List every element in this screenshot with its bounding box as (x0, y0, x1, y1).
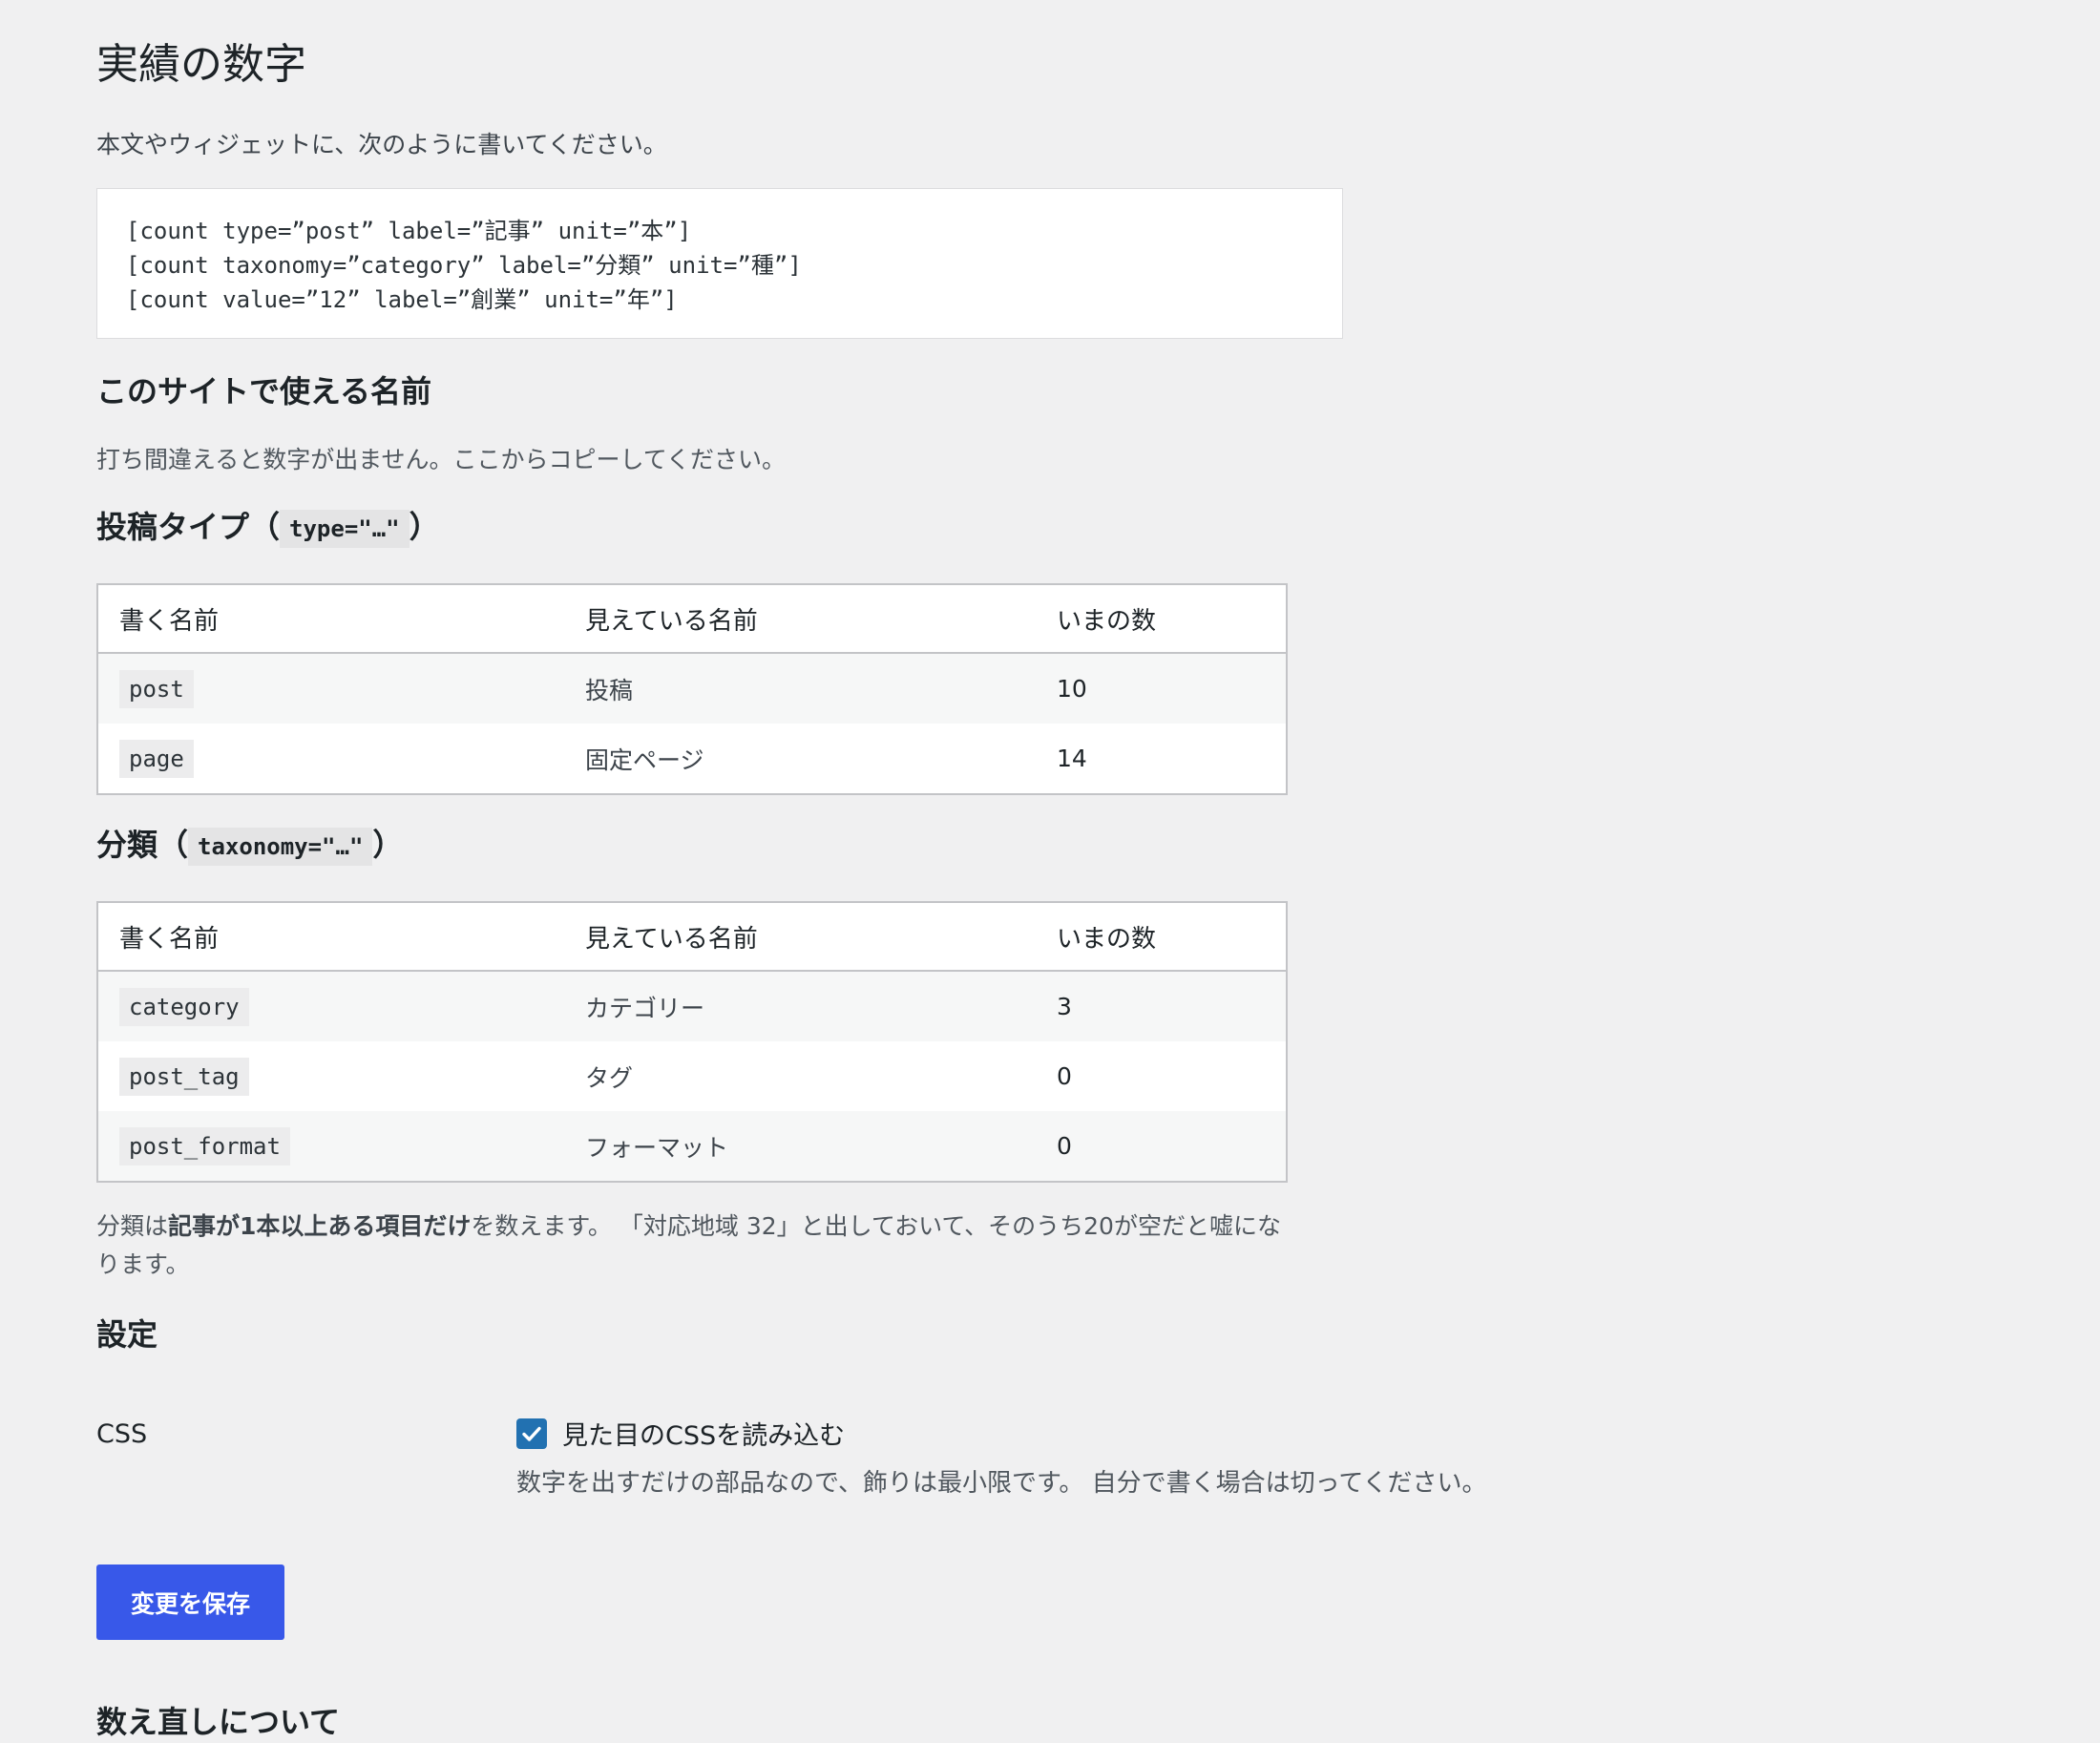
column-header: 書く名前 (97, 902, 564, 972)
css-setting-description: 数字を出すだけの部品なので、飾りは最小限です。 自分で書く場合は切ってください。 (516, 1469, 1487, 1498)
label-cell: 投稿 (564, 653, 1036, 724)
heading-code: type="…" (280, 510, 410, 548)
css-setting-field: 見た目のCSSを読み込む 数字を出すだけの部品なので、飾りは最小限です。 自分で… (516, 1415, 1487, 1499)
intro-text: 本文やウィジェットに、次のように書いてください。 (96, 131, 667, 158)
count-cell: 3 (1036, 971, 1287, 1041)
post-types-heading: 投稿タイプ（ type="…"） (96, 506, 440, 548)
label-cell: カテゴリー (564, 971, 1036, 1041)
table-row: page 固定ページ 14 (97, 724, 1287, 794)
slug-code: page (119, 739, 194, 778)
code-example-line: [count value=”12” label=”創業” unit=”年”] (126, 286, 678, 313)
count-cell: 0 (1057, 1062, 1072, 1090)
column-header: いまの数 (1036, 584, 1287, 654)
shortcode-example-box: [count type=”post” label=”記事” unit=”本”] … (96, 188, 1343, 339)
slug-cell: post_format (97, 1111, 564, 1182)
slug-cell: category (97, 971, 564, 1041)
label-cell: タグ (585, 1063, 634, 1092)
names-heading: このサイトで使える名前 (96, 373, 432, 410)
heading-code: taxonomy="…" (188, 828, 373, 866)
table-header-row: 書く名前 見えている名前 いまの数 (97, 584, 1287, 654)
css-checkbox-label: 見た目のCSSを読み込む (562, 1421, 846, 1451)
label-cell: フォーマット (564, 1111, 1036, 1182)
checkmark-icon (522, 1426, 541, 1441)
table-header-row: 書く名前 見えている名前 いまの数 (97, 902, 1287, 972)
footnote-emphasis: 記事が1本以上ある項目だけ (168, 1212, 472, 1240)
count-cell: 0 (1036, 1111, 1287, 1182)
column-header: いまの数 (1036, 902, 1287, 972)
slug-code: post (119, 669, 194, 708)
table-row: post 投稿 10 (97, 653, 1287, 724)
taxonomy-footnote: 分類は記事が1本以上ある項目だけを数えます。 「対応地域 32」と出しておいて、… (96, 1208, 1290, 1284)
heading-text: 投稿タイプ（ (96, 509, 281, 545)
post-types-table: 書く名前 見えている名前 いまの数 post 投稿 10 page 固定ページ … (96, 583, 1288, 795)
taxonomies-table: 書く名前 見えている名前 いまの数 category カテゴリー 3 post_… (96, 901, 1288, 1183)
page-title: 実績の数字 (96, 40, 306, 89)
table-row: post_tag タグ 0 (97, 1041, 1287, 1111)
save-changes-button[interactable]: 変更を保存 (96, 1564, 284, 1640)
count-cell: 10 (1036, 653, 1287, 724)
code-example-line: [count type=”post” label=”記事” unit=”本”] (126, 218, 692, 244)
css-checkbox[interactable] (516, 1418, 547, 1449)
heading-text: 分類（ (96, 827, 189, 863)
settings-heading: 設定 (96, 1316, 158, 1353)
table-row: post_format フォーマット 0 (97, 1111, 1287, 1182)
names-note: 打ち間違えると数字が出ません。ここからコピーしてください。 (96, 446, 787, 473)
slug-cell: post_tag (97, 1041, 564, 1111)
column-header: 見えている名前 (564, 584, 1036, 654)
slug-code: post_tag (119, 1057, 249, 1096)
settings-page: 実績の数字 本文やウィジェットに、次のように書いてください。 [count ty… (96, 0, 1910, 1740)
taxonomies-heading: 分類（ taxonomy="…"） (96, 824, 403, 866)
recount-heading: 数え直しについて (96, 1704, 341, 1740)
column-header: 見えている名前 (564, 902, 1036, 972)
slug-cell: page (97, 724, 564, 794)
column-header: 書く名前 (97, 584, 564, 654)
label-cell: 固定ページ (585, 746, 704, 774)
slug-code: category (119, 987, 249, 1026)
heading-text: ） (409, 509, 440, 545)
css-setting-label: CSS (96, 1419, 148, 1449)
footnote-text: 分類は (96, 1212, 169, 1240)
table-row: category カテゴリー 3 (97, 971, 1287, 1041)
slug-code: post_format (119, 1126, 290, 1166)
css-checkbox-row[interactable]: 見た目のCSSを読み込む (516, 1415, 1487, 1452)
heading-text: ） (372, 827, 404, 863)
count-cell: 14 (1057, 745, 1087, 772)
code-example-line: [count taxonomy=”category” label=”分類” un… (126, 252, 802, 279)
slug-cell: post (97, 653, 564, 724)
